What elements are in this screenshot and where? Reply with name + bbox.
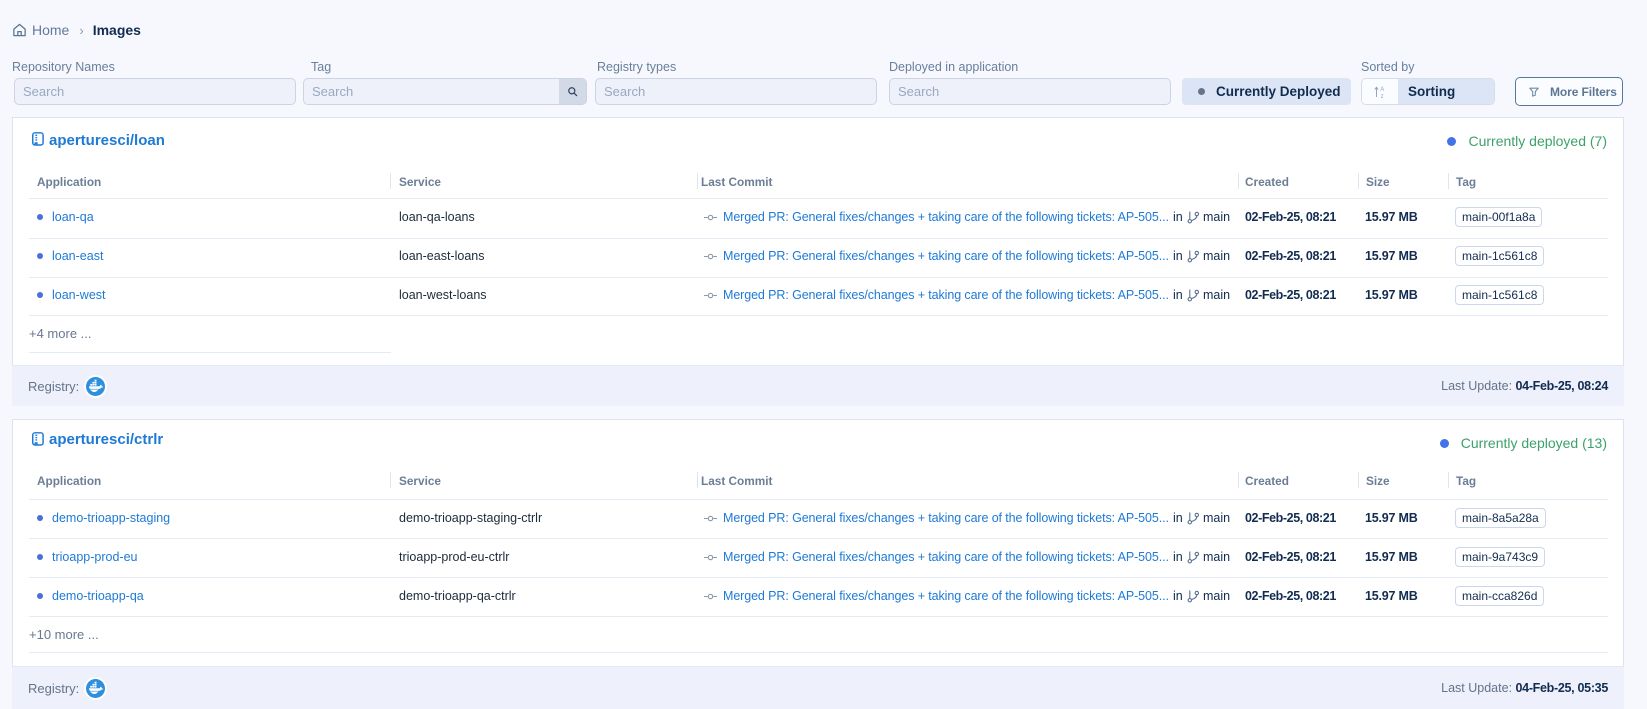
svg-text:z: z bbox=[1381, 94, 1384, 99]
svg-text:A: A bbox=[1380, 87, 1384, 93]
